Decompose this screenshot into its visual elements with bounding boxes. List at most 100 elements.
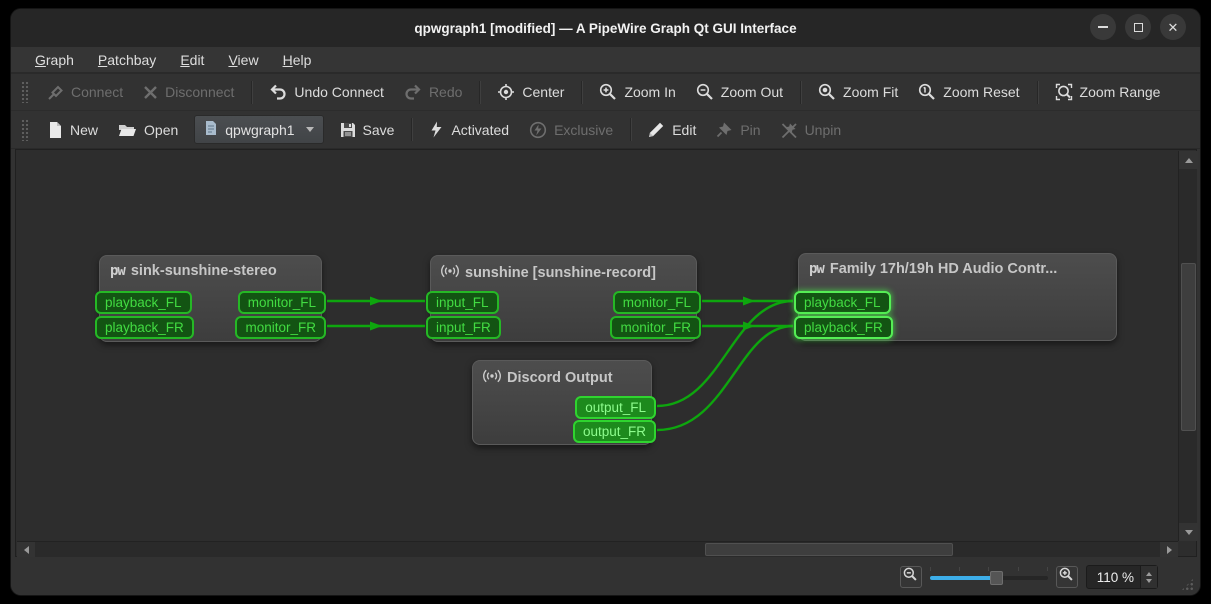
- title-bar: qpwgraph1 [modified] — A PipeWire Graph …: [11, 9, 1200, 47]
- spin-up-icon: [1146, 572, 1152, 576]
- port-monitor-fr[interactable]: monitor_FR: [610, 316, 701, 339]
- undo-connect-button[interactable]: Undo Connect: [259, 77, 394, 107]
- toolbar-drag-handle[interactable]: [21, 119, 29, 141]
- port-monitor-fl[interactable]: monitor_FL: [238, 291, 326, 314]
- menu-graph[interactable]: Graph: [23, 49, 86, 71]
- port-playback-fl[interactable]: playback_FL: [794, 291, 891, 314]
- lightning-icon: [429, 121, 444, 138]
- zoom-fit-button[interactable]: Zoom Fit: [808, 77, 908, 107]
- port-input-fr[interactable]: input_FR: [426, 316, 501, 339]
- center-icon: [497, 83, 515, 101]
- unpin-button[interactable]: Unpin: [771, 115, 852, 144]
- media-node-icon: [483, 368, 501, 388]
- pin-icon: [716, 121, 733, 138]
- disconnect-button[interactable]: Disconnect: [133, 78, 244, 106]
- pencil-icon: [648, 121, 665, 138]
- connect-button[interactable]: Connect: [37, 78, 133, 107]
- redo-button[interactable]: Redo: [394, 77, 472, 107]
- node-sink-sunshine-stereo[interactable]: pw sink-sunshine-stereo playback_FL play…: [99, 255, 322, 342]
- zoom-reset-button[interactable]: Zoom Reset: [908, 77, 1029, 107]
- maximize-button[interactable]: [1125, 14, 1151, 40]
- port-monitor-fl[interactable]: monitor_FL: [613, 291, 701, 314]
- save-button[interactable]: Save: [330, 116, 405, 144]
- window-controls: ✕: [1090, 14, 1186, 40]
- close-button[interactable]: ✕: [1160, 14, 1186, 40]
- node-discord-output[interactable]: Discord Output output_FL output_FR: [472, 360, 652, 445]
- arrow-left-icon: [24, 546, 29, 554]
- zoom-out-icon: [696, 83, 714, 101]
- scroll-left-button[interactable]: [17, 542, 35, 558]
- port-input-fl[interactable]: input_FL: [426, 291, 499, 314]
- scroll-right-button[interactable]: [1160, 542, 1178, 558]
- zoom-percent-value: 110 %: [1087, 570, 1140, 585]
- window-title: qpwgraph1 [modified] — A PipeWire Graph …: [414, 21, 796, 36]
- vertical-scroll-thumb[interactable]: [1181, 263, 1196, 431]
- spinbox-arrows[interactable]: [1140, 566, 1157, 588]
- slider-handle[interactable]: [990, 571, 1003, 585]
- pipewire-icon: pw: [110, 263, 125, 279]
- toolbar-drag-handle[interactable]: [21, 81, 29, 103]
- port-monitor-fr[interactable]: monitor_FR: [235, 316, 326, 339]
- zoom-slider[interactable]: [930, 566, 1048, 588]
- graph-canvas-frame: pw sink-sunshine-stereo playback_FL play…: [15, 149, 1197, 557]
- toolbar-separator: [1037, 81, 1038, 104]
- port-playback-fr[interactable]: playback_FR: [794, 316, 893, 339]
- zoom-out-icon: [903, 567, 918, 587]
- zoom-out-button[interactable]: Zoom Out: [686, 77, 793, 107]
- node-sunshine[interactable]: sunshine [sunshine-record] input_FL inpu…: [430, 255, 697, 342]
- port-playback-fr[interactable]: playback_FR: [95, 316, 194, 339]
- app-window: qpwgraph1 [modified] — A PipeWire Graph …: [10, 8, 1201, 596]
- pin-button[interactable]: Pin: [706, 115, 770, 144]
- scroll-up-button[interactable]: [1179, 151, 1198, 169]
- resize-grip[interactable]: [1181, 578, 1194, 591]
- edit-toggle[interactable]: Edit: [638, 115, 706, 144]
- patchbay-profile-dropdown[interactable]: qpwgraph1: [194, 115, 323, 144]
- port-playback-fl[interactable]: playback_FL: [95, 291, 192, 314]
- node-family-hd-audio[interactable]: pw Family 17h/19h HD Audio Contr... play…: [798, 253, 1117, 341]
- redo-icon: [404, 83, 422, 101]
- horizontal-scrollbar[interactable]: [17, 541, 1178, 557]
- horizontal-scroll-thumb[interactable]: [705, 543, 953, 556]
- media-node-icon: [441, 263, 459, 283]
- minimize-button[interactable]: [1090, 14, 1116, 40]
- node-title: sunshine [sunshine-record]: [431, 256, 696, 287]
- zoom-in-icon: [1059, 567, 1074, 587]
- exclusive-toggle[interactable]: Exclusive: [519, 115, 623, 145]
- close-icon: ✕: [1168, 21, 1179, 34]
- toolbar-separator: [479, 81, 480, 104]
- zoom-controls: 110 %: [900, 565, 1158, 589]
- zoom-percent-spinbox[interactable]: 110 %: [1086, 565, 1158, 589]
- zoom-range-button[interactable]: Zoom Range: [1045, 77, 1171, 107]
- status-bar: 110 %: [11, 557, 1200, 596]
- graph-toolbar: Connect Disconnect Undo Connect Redo Cen…: [11, 73, 1200, 111]
- circled-lightning-icon: [529, 121, 547, 139]
- open-button[interactable]: Open: [108, 116, 188, 144]
- zoom-fit-icon: [818, 83, 836, 101]
- graph-canvas[interactable]: pw sink-sunshine-stereo playback_FL play…: [17, 151, 1178, 541]
- port-output-fr[interactable]: output_FR: [573, 420, 656, 443]
- toolbar-separator: [800, 81, 801, 104]
- new-button[interactable]: New: [37, 115, 108, 145]
- new-file-icon: [47, 121, 63, 139]
- menu-view[interactable]: View: [216, 49, 270, 71]
- menu-edit[interactable]: Edit: [168, 49, 216, 71]
- scroll-down-button[interactable]: [1179, 523, 1198, 541]
- undo-icon: [269, 83, 287, 101]
- menu-patchbay[interactable]: Patchbay: [86, 49, 168, 71]
- center-button[interactable]: Center: [487, 77, 574, 107]
- port-output-fl[interactable]: output_FL: [575, 396, 656, 419]
- menu-help[interactable]: Help: [271, 49, 324, 71]
- spin-down-icon: [1146, 579, 1152, 583]
- statusbar-zoom-in-button[interactable]: [1056, 566, 1078, 588]
- arrow-right-icon: [1167, 546, 1172, 554]
- open-folder-icon: [118, 122, 137, 138]
- vertical-scrollbar[interactable]: [1178, 151, 1197, 541]
- activated-toggle[interactable]: Activated: [419, 115, 519, 144]
- zoom-in-button[interactable]: Zoom In: [589, 77, 685, 107]
- node-title: pw sink-sunshine-stereo: [100, 256, 321, 283]
- statusbar-zoom-out-button[interactable]: [900, 566, 922, 588]
- toolbar-separator: [411, 118, 412, 141]
- connections-layer: [17, 151, 1178, 541]
- zoom-reset-icon: [918, 83, 936, 101]
- arrow-up-icon: [1185, 158, 1193, 163]
